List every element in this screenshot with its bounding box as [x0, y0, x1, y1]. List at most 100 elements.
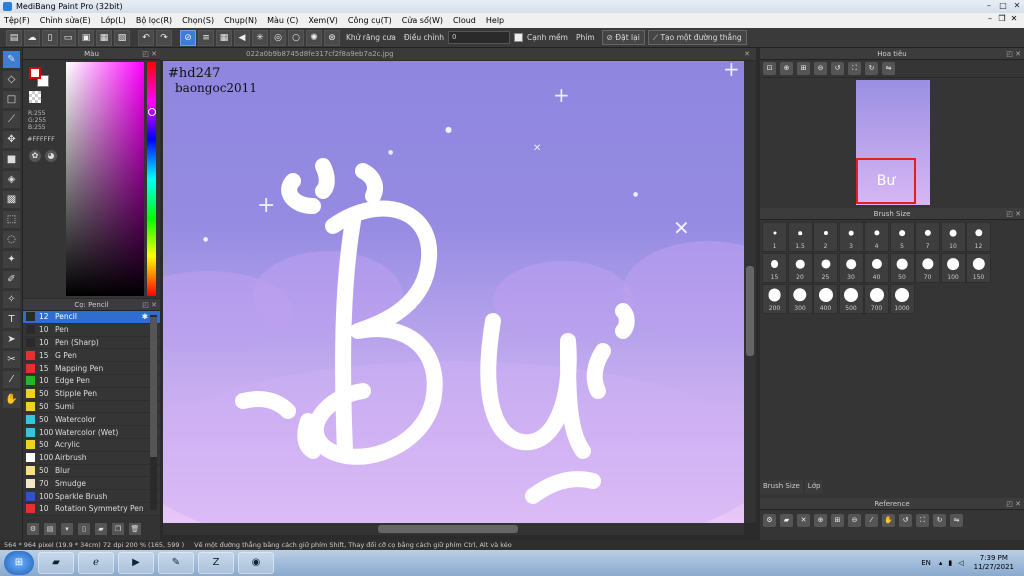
undo-icon[interactable]: ↶ — [138, 29, 154, 46]
cloud-icon[interactable]: ☁ — [24, 29, 40, 46]
snap-off-icon[interactable]: ⊘ — [180, 29, 196, 46]
fit-window-icon[interactable]: ⛶ — [916, 513, 929, 527]
snap-perspective-icon[interactable]: ◀ — [234, 29, 250, 46]
chrome-taskbar-icon[interactable]: ◉ — [238, 552, 274, 574]
move-tool-icon[interactable]: ✥ — [3, 131, 20, 148]
close-icon[interactable]: ✕ — [797, 513, 810, 527]
menu-tools[interactable]: Công cụ(T) — [348, 16, 392, 25]
brush-list-item[interactable]: 10 Edge Pen — [23, 375, 160, 388]
brush-list-item[interactable]: 70 Smudge — [23, 477, 160, 491]
soft-edge-checkbox[interactable] — [514, 33, 523, 42]
brush-list-item[interactable]: 100 Sparkle Brush — [23, 490, 160, 503]
brush-size-cell[interactable]: 1.5 — [787, 222, 813, 252]
maximize-button[interactable]: □ — [996, 0, 1010, 12]
brush-size-cell[interactable]: 2 — [813, 222, 838, 252]
snap-curve-icon[interactable]: ✺ — [306, 29, 322, 46]
adjust-select[interactable]: 0 — [448, 31, 510, 44]
brush-list-item[interactable]: 10 Pen — [23, 324, 160, 337]
saturation-value-picker[interactable] — [66, 62, 144, 296]
transparent-color-swatch[interactable] — [29, 91, 41, 103]
zoom-out-icon[interactable]: ⊖ — [814, 62, 827, 75]
explorer-taskbar-icon[interactable]: ▰ — [38, 552, 74, 574]
color-set-icon[interactable]: ◕ — [45, 150, 57, 162]
folder-icon[interactable]: ▰ — [95, 523, 107, 535]
menu-window[interactable]: Cửa sổ(W) — [402, 16, 443, 25]
tab-layer[interactable]: Lớp — [804, 480, 824, 494]
operation-tool-icon[interactable]: ➤ — [3, 331, 20, 348]
brush-size-cell[interactable]: 25 — [813, 253, 838, 283]
menu-cloud[interactable]: Cloud — [453, 16, 476, 25]
rotate-right-icon[interactable]: ↻ — [933, 513, 946, 527]
straight-line-button[interactable]: ⟋ Tạo một đường thẳng — [647, 30, 747, 45]
export-icon[interactable]: ▧ — [114, 29, 130, 46]
brush-size-cell[interactable]: 15 — [762, 253, 787, 283]
open-file-icon[interactable]: ▭ — [60, 29, 76, 46]
menu-edit[interactable]: Chỉnh sửa(E) — [40, 16, 91, 25]
snap-grid-icon[interactable]: ▦ — [216, 29, 232, 46]
brush-list-item[interactable]: 100 Airbrush — [23, 452, 160, 465]
hue-picker-handle[interactable] — [148, 108, 156, 116]
save-as-icon[interactable]: ▦ — [96, 29, 112, 46]
flip-icon[interactable]: ⇋ — [882, 62, 895, 75]
navigator-viewport[interactable]: Bư — [856, 158, 916, 204]
bucket-tool-icon[interactable]: ◈ — [3, 171, 20, 188]
medibang-taskbar-icon[interactable]: ✎ — [158, 552, 194, 574]
artwork-canvas[interactable]: + + ✕ ✕ + ● ● ● ● #hd247 baongoc2011 — [163, 61, 744, 523]
hand-icon[interactable]: ✋ — [882, 513, 895, 527]
close-document-icon[interactable]: ✕ — [744, 48, 750, 60]
menu-filter[interactable]: Bộ lọc(R) — [136, 16, 172, 25]
tab-brush-size[interactable]: Brush Size — [760, 480, 803, 494]
menu-snap[interactable]: Chụp(N) — [224, 16, 257, 25]
brush-list-item[interactable]: 15 Mapping Pen — [23, 362, 160, 375]
snap-circle-icon[interactable]: ○ — [288, 29, 304, 46]
brush-size-cell[interactable]: 50 — [889, 253, 915, 283]
mdi-minimize-icon[interactable]: – — [984, 14, 996, 23]
brush-size-cell[interactable]: 7 — [915, 222, 940, 252]
settings-icon[interactable]: ⚙ — [763, 513, 776, 527]
zoom-fit-icon[interactable]: ⊡ — [763, 62, 776, 75]
brush-size-cell[interactable]: 700 — [864, 284, 889, 314]
copy-brush-icon[interactable]: ▯ — [78, 523, 90, 535]
clock[interactable]: 7:39 PM 11/27/2021 — [974, 554, 1014, 572]
select-pen-icon[interactable]: ✐ — [3, 271, 20, 288]
brush-list-item[interactable]: 100 Watercolor (Wet) — [23, 426, 160, 439]
brush-size-cell[interactable]: 5 — [889, 222, 915, 252]
brush-size-cell[interactable]: 150 — [966, 253, 991, 283]
brush-scroll-thumb[interactable] — [150, 317, 157, 457]
document-tab[interactable]: 022a0b9b8745d8fe317cf2f8a9eb7a2c.jpg ✕ — [160, 48, 756, 60]
minimize-button[interactable]: – — [982, 0, 996, 12]
brush-size-cell[interactable]: 4 — [864, 222, 889, 252]
rotate-left-icon[interactable]: ↺ — [831, 62, 844, 75]
mdi-restore-icon[interactable]: ❐ — [996, 14, 1008, 23]
brush-list-item[interactable]: 12 Pencil ✱ — [23, 311, 160, 324]
antialias-icon[interactable]: ⊛ — [324, 29, 340, 46]
brush-list-item[interactable]: 50 Sumi — [23, 401, 160, 414]
shape-tool-icon[interactable]: □ — [3, 91, 20, 108]
zoom-in-icon[interactable]: ⊕ — [780, 62, 793, 75]
duplicate-icon[interactable]: ❐ — [112, 523, 124, 535]
hue-slider[interactable] — [147, 62, 156, 296]
magic-wand-icon[interactable]: ✦ — [3, 251, 20, 268]
menu-select[interactable]: Chọn(S) — [182, 16, 214, 25]
brush-size-cell[interactable]: 1 — [762, 222, 787, 252]
fit-window-icon[interactable]: ⛶ — [848, 62, 861, 75]
menu-layer[interactable]: Lớp(L) — [101, 16, 126, 25]
brush-list-item[interactable]: 50 Acrylic — [23, 439, 160, 452]
panel-options-icon[interactable]: ◰ ✕ — [1006, 48, 1021, 60]
eyedropper-icon[interactable]: ⁄ — [3, 371, 20, 388]
menu-color[interactable]: Màu (C) — [267, 16, 298, 25]
brush-size-cell[interactable]: 30 — [838, 253, 864, 283]
brush-size-cell[interactable]: 40 — [864, 253, 889, 283]
toggle-panels-icon[interactable]: ▤ — [6, 29, 22, 46]
zoom-in-icon[interactable]: ⊕ — [814, 513, 827, 527]
tray-arrow-icon[interactable]: ▴ — [939, 559, 943, 567]
color-wheel-icon[interactable]: ✿ — [29, 150, 41, 162]
zalo-taskbar-icon[interactable]: Z — [198, 552, 234, 574]
eyedropper-icon[interactable]: ⁄ — [865, 513, 878, 527]
rect-fill-icon[interactable]: ■ — [3, 151, 20, 168]
media-player-taskbar-icon[interactable]: ▶ — [118, 552, 154, 574]
menu-view[interactable]: Xem(V) — [308, 16, 338, 25]
brush-size-cell[interactable]: 500 — [838, 284, 864, 314]
snap-parallel-icon[interactable]: ≡ — [198, 29, 214, 46]
brush-list-item[interactable]: 10 Pen (Sharp) — [23, 337, 160, 350]
